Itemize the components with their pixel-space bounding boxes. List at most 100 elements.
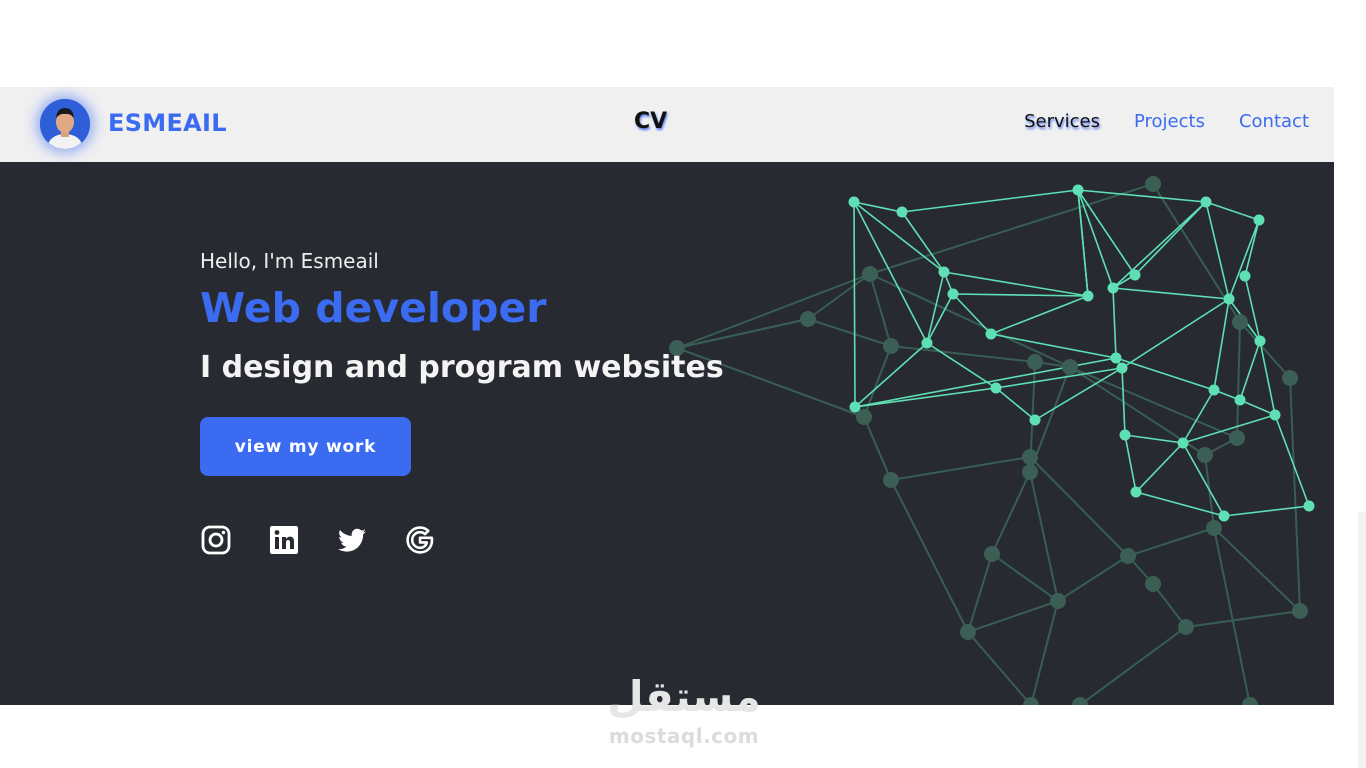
network-node: [1177, 437, 1189, 449]
role-title: Web developer: [200, 284, 547, 332]
view-my-work-button[interactable]: view my work: [200, 417, 411, 476]
social-links: [200, 524, 436, 556]
network-node: [1292, 603, 1308, 619]
network-edge: [807, 273, 871, 320]
network-edge: [1030, 600, 1059, 705]
network-node: [1239, 270, 1251, 282]
network-edge: [943, 271, 1089, 297]
network-node: [1282, 370, 1298, 386]
network-node: [984, 546, 1000, 562]
network-edge: [890, 479, 969, 633]
network-node: [1119, 429, 1131, 441]
network-edge: [807, 318, 892, 347]
network-edge: [1057, 555, 1129, 602]
network-edge: [1115, 357, 1215, 391]
network-edge: [967, 553, 993, 633]
network-node: [921, 337, 933, 349]
network-edge: [854, 387, 997, 408]
network-edge: [901, 211, 945, 273]
nav-links: Services Projects Contact: [1024, 111, 1309, 132]
network-edge: [1077, 189, 1136, 276]
network-edge: [1236, 321, 1241, 439]
navbar: ESMEAIL CV Services Projects Contact: [0, 87, 1334, 162]
network-edge: [1121, 298, 1230, 369]
network-node: [1242, 697, 1258, 705]
network-node: [883, 338, 899, 354]
nav-link-contact[interactable]: Contact: [1239, 111, 1309, 132]
cv-link[interactable]: CV: [634, 109, 667, 134]
mostaql-watermark: مستقل mostaql.com: [600, 672, 768, 748]
network-edge: [853, 201, 856, 408]
network-node: [1027, 354, 1043, 370]
network-node: [1232, 314, 1248, 330]
network-edge: [1077, 189, 1207, 203]
network-node: [1029, 414, 1041, 426]
network-edge: [1205, 201, 1260, 221]
network-node: [1229, 430, 1245, 446]
avatar-portrait: [40, 99, 90, 149]
nav-link-services[interactable]: Services: [1024, 111, 1100, 132]
network-node: [1022, 449, 1038, 465]
google-icon[interactable]: [404, 524, 436, 556]
nav-link-projects[interactable]: Projects: [1134, 111, 1205, 132]
network-edge: [1069, 366, 1238, 439]
network-edge: [995, 367, 1123, 389]
network-node: [862, 266, 878, 282]
network-node: [1223, 293, 1235, 305]
network-edge: [890, 456, 1031, 481]
network-edge: [1185, 610, 1301, 628]
network-edge: [1213, 527, 1251, 705]
network-node: [938, 266, 950, 278]
network-node: [1116, 362, 1128, 374]
network-edge: [952, 293, 1089, 297]
network-edge: [901, 189, 1079, 213]
network-edge: [967, 600, 1059, 633]
network-node: [849, 401, 861, 413]
network-node: [1022, 464, 1038, 480]
network-edge: [991, 553, 1059, 602]
network-edge: [967, 631, 1032, 705]
avatar[interactable]: [40, 99, 90, 149]
network-edge: [1127, 527, 1215, 557]
linkedin-icon[interactable]: [268, 524, 300, 556]
instagram-icon[interactable]: [200, 524, 232, 556]
network-edge: [990, 333, 1117, 359]
network-node: [985, 328, 997, 340]
network-edge: [1112, 287, 1230, 300]
network-edge: [991, 471, 1031, 555]
network-edge: [1029, 471, 1059, 602]
network-node: [848, 196, 860, 208]
tagline: I design and program websites: [200, 350, 724, 385]
network-edge: [1289, 377, 1301, 612]
network-node: [947, 288, 959, 300]
network-node: [1303, 500, 1315, 512]
network-edge: [952, 293, 992, 335]
network-edge: [863, 416, 892, 481]
network-node: [800, 311, 816, 327]
network-edge: [1034, 367, 1123, 421]
network-node: [1178, 619, 1194, 635]
network-edge: [676, 273, 871, 349]
twitter-icon[interactable]: [336, 524, 368, 556]
network-node: [1050, 593, 1066, 609]
network-edge: [1135, 442, 1184, 493]
network-edge: [890, 345, 1036, 363]
brand-name[interactable]: ESMEAIL: [108, 109, 227, 137]
network-edge: [1213, 527, 1301, 612]
network-node: [1234, 394, 1246, 406]
network-node: [1145, 176, 1161, 192]
network-node: [1218, 510, 1230, 522]
network-edge: [1124, 434, 1137, 493]
network-node: [1197, 447, 1213, 463]
network-node: [1269, 409, 1281, 421]
watermark-arabic: مستقل: [607, 672, 761, 721]
network-edge: [869, 183, 1154, 275]
network-node: [1072, 697, 1088, 705]
network-edge: [990, 295, 1089, 335]
network-edge: [1239, 399, 1276, 416]
network-node: [1129, 269, 1141, 281]
greeting: Hello, I'm Esmeail: [200, 249, 379, 273]
network-edge: [1213, 298, 1230, 391]
network-node: [1254, 335, 1266, 347]
network-edge: [1112, 287, 1117, 359]
